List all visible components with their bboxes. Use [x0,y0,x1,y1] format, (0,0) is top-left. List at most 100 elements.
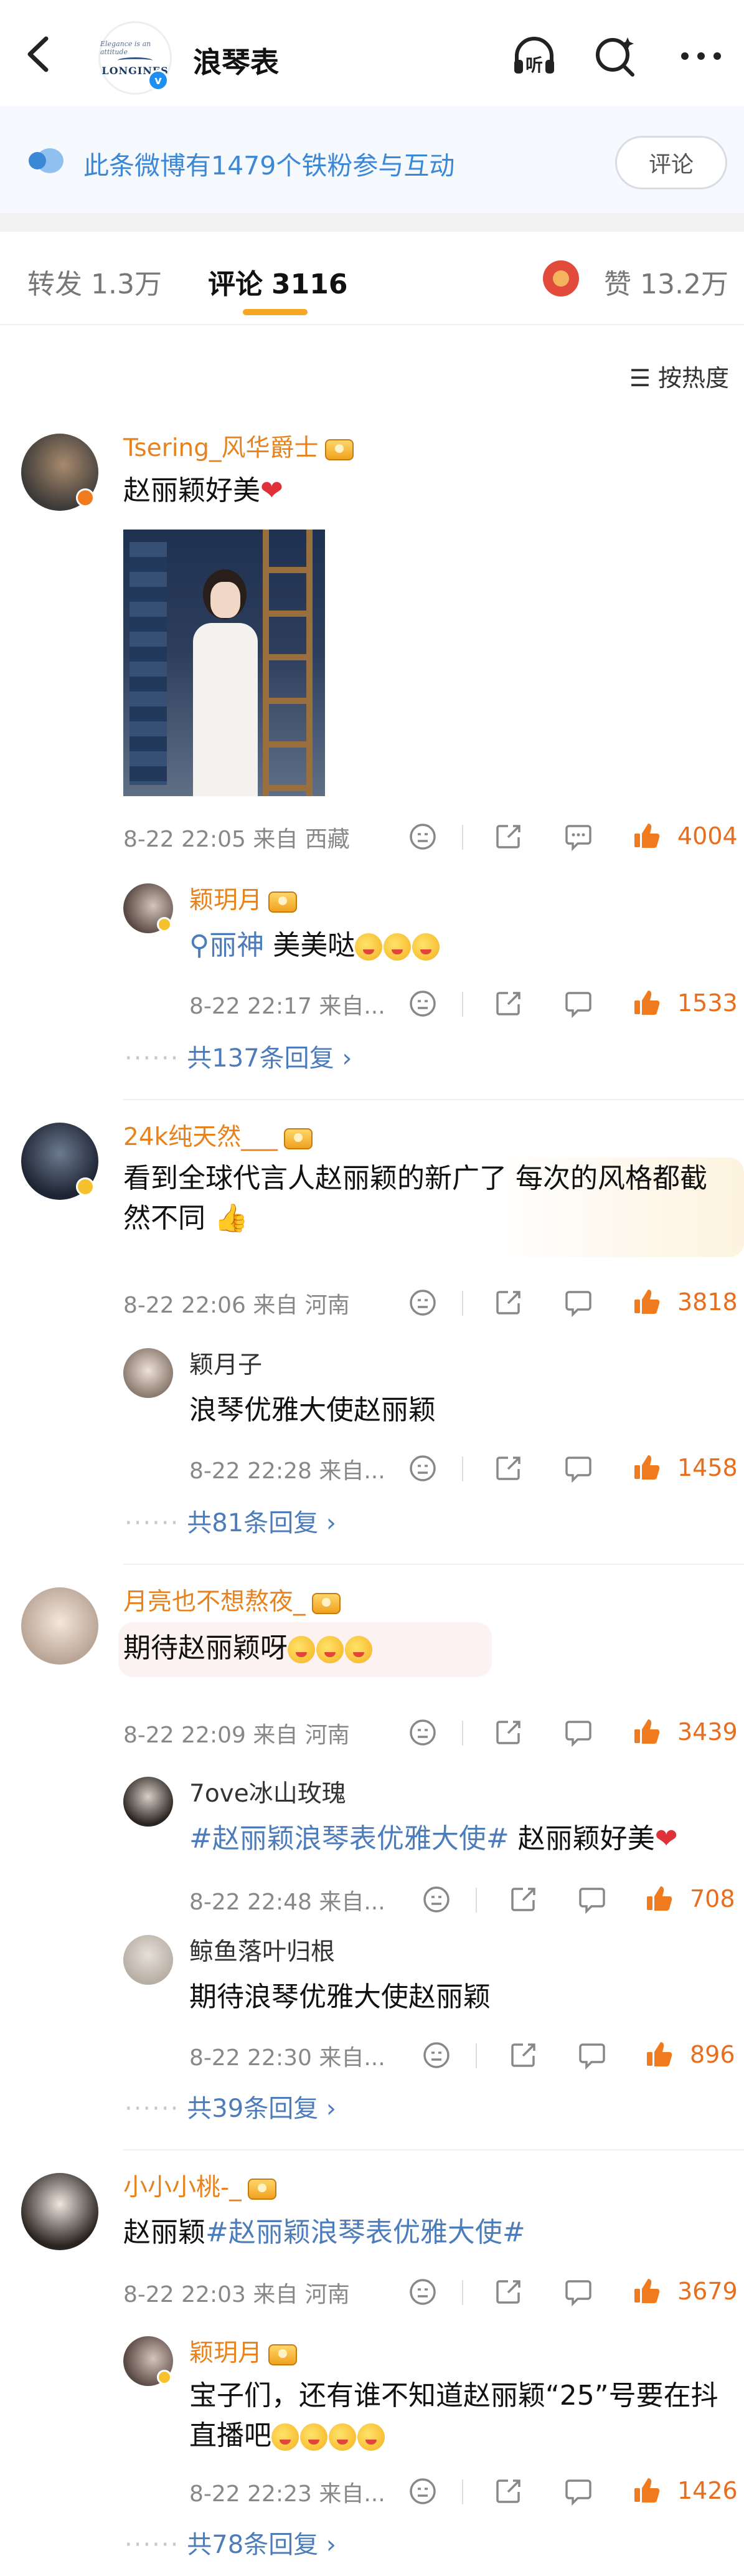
sort-button[interactable]: ☰ 按热度 [629,359,729,393]
more-replies-link[interactable]: ······ 共81条回复 › [125,1503,336,1539]
share-icon[interactable] [494,1454,523,1483]
reply-meta: 8-22 22:28 来自... [189,1458,385,1484]
more-replies-link[interactable]: ······ 共78条回复 › [125,2524,336,2560]
avatar[interactable] [123,1935,173,1985]
comment-text: 赵丽颖好美❤ [123,475,283,506]
divider [462,2479,463,2504]
listen-label: 听 [525,55,543,75]
dislike-icon[interactable] [408,1718,437,1747]
comment-meta: 8-22 22:06 来自 河南 [123,1293,350,1318]
reply-user[interactable]: 7ove冰山玫瑰 [189,1774,346,1809]
share-icon[interactable] [494,2477,523,2506]
comment-image[interactable] [123,530,325,796]
comment-icon[interactable] [578,1885,606,1914]
share-icon[interactable] [509,2041,538,2070]
comment-user[interactable]: 月亮也不想熬夜_ [123,1582,341,1617]
avatar[interactable] [123,1348,173,1398]
reply-meta: 8-22 22:48 来自... [189,1889,385,1915]
reply-text: ⚲丽神 美美哒 [189,926,441,966]
divider [462,825,463,850]
comment-text: 期待赵丽颖呀 [123,1628,374,1668]
dislike-icon[interactable] [408,2477,437,2506]
tab-underline [243,309,308,315]
emoji-icon [412,933,440,961]
emoji-icon [355,933,383,961]
thumb-up-icon[interactable] [633,1453,661,1481]
dislike-icon[interactable] [408,1288,437,1317]
avatar[interactable] [123,1777,173,1827]
top-bar: Elegance is an attitude LONGINES v 浪琴表 听 [0,0,744,106]
more-icon[interactable] [677,32,725,80]
like-count: 896 [690,2041,735,2068]
like-count: 1426 [677,2477,738,2504]
share-icon[interactable] [494,1288,523,1317]
avatar[interactable] [21,1587,98,1665]
share-icon[interactable] [494,822,523,851]
verified-badge-icon: v [148,70,169,91]
like-count: 3818 [677,1288,738,1316]
thumb-up-icon[interactable] [633,2276,661,2305]
tab-repost[interactable]: 转发 1.3万 [27,262,162,302]
comment-icon[interactable] [578,2041,606,2070]
reply-user[interactable]: 颖玥月 [189,2334,298,2369]
like-count: 1458 [677,1454,738,1481]
like-count: 1533 [677,989,738,1017]
logo-wings-icon [118,57,153,64]
section-separator [0,213,744,232]
emoji-icon [316,1636,344,1663]
dislike-icon[interactable] [408,1454,437,1483]
comment-icon[interactable] [564,2278,593,2306]
share-icon[interactable] [494,989,523,1018]
listen-icon[interactable]: 听 [511,32,558,80]
account-name[interactable]: 浪琴表 [193,40,279,81]
search-icon[interactable] [591,32,639,80]
divider [462,992,463,1017]
thumb-up-icon[interactable] [633,2476,661,2504]
divider [123,1564,744,1565]
thumb-up-icon[interactable] [633,1287,661,1316]
like-count: 708 [690,1885,735,1913]
heart-icon: ❤ [654,1823,678,1855]
thumb-up-icon[interactable] [633,821,661,850]
fans-banner: 此条微博有1479个铁粉参与互动 评论 [0,106,744,213]
thumb-up-icon[interactable] [633,1717,661,1746]
comment-icon[interactable] [564,989,593,1018]
like-round-icon[interactable] [543,260,579,297]
thumb-up-icon[interactable] [633,988,661,1017]
share-icon[interactable] [494,2278,523,2306]
share-icon[interactable] [509,1885,538,1914]
dislike-icon[interactable] [408,989,437,1018]
comment-icon[interactable] [564,1288,593,1317]
comment-icon[interactable] [564,822,593,851]
comment-icon[interactable] [564,2477,593,2506]
dislike-icon[interactable] [408,822,437,851]
comment-user[interactable]: 24k纯天然___ [123,1118,313,1153]
tab-bar: 转发 1.3万 评论 3116 赞 13.2万 [0,232,744,325]
comment-icon[interactable] [564,1454,593,1483]
dislike-icon[interactable] [408,2278,437,2306]
reply-user[interactable]: 鲸鱼落叶归根 [189,1932,335,1967]
reply-user[interactable]: 颖玥月 [189,881,298,916]
emoji-icon [329,2423,356,2451]
emoji-icon [384,933,412,961]
back-arrow-icon[interactable] [19,32,62,76]
dislike-icon[interactable] [422,2041,451,2070]
comment-icon[interactable] [564,1718,593,1747]
reply-user[interactable]: 颖月子 [189,1346,262,1381]
comment-user[interactable]: 小小小桃-_ [123,2168,276,2203]
tab-comment[interactable]: 评论 3116 [208,262,347,302]
tab-like[interactable]: 赞 13.2万 [604,262,728,302]
more-replies-link[interactable]: ······ 共39条回复 › [125,2088,336,2124]
divider [462,1457,463,1481]
comment-text: 看到全球代言人赵丽颖的新广了 每次的风格都截然不同 👍 [123,1162,707,1234]
comment-user[interactable]: Tsering_风华爵士 [123,429,354,463]
share-icon[interactable] [494,1718,523,1747]
heart-icon: ❤ [260,475,283,506]
thumb-up-icon[interactable] [645,2040,674,2068]
avatar[interactable] [21,2173,98,2250]
more-replies-link[interactable]: ······ 共137条回复 › [125,1038,352,1074]
thumb-up-icon[interactable] [645,1884,674,1913]
dislike-icon[interactable] [422,1885,451,1914]
banner-comment-button[interactable]: 评论 [615,136,727,189]
reply-text: 期待浪琴优雅大使赵丽颖 [189,1981,491,2013]
